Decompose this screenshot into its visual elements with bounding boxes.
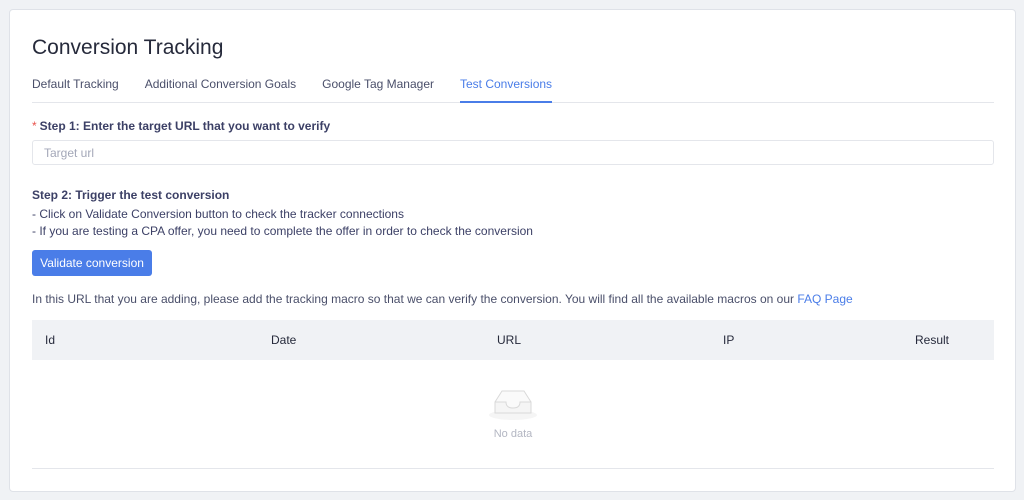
required-mark: * (32, 119, 37, 133)
target-url-input[interactable] (32, 140, 994, 165)
macro-note-text: In this URL that you are adding, please … (32, 292, 798, 306)
step2-instruction-1: - Click on Validate Conversion button to… (32, 207, 404, 221)
step2-instruction-2: - If you are testing a CPA offer, you ne… (32, 224, 533, 238)
table-bottom-border (32, 468, 994, 469)
column-header-date: Date (271, 333, 297, 347)
tab-default-tracking[interactable]: Default Tracking (32, 76, 119, 103)
tab-test-conversions[interactable]: Test Conversions (460, 76, 553, 103)
tab-bar: Default Tracking Additional Conversion G… (32, 76, 994, 103)
macro-note: In this URL that you are adding, please … (32, 292, 853, 306)
tab-google-tag-manager[interactable]: Google Tag Manager (322, 76, 434, 103)
conversion-tracking-card: Conversion Tracking Default Tracking Add… (9, 9, 1016, 492)
empty-inbox-icon (489, 390, 537, 420)
page-title: Conversion Tracking (32, 36, 224, 59)
validate-conversion-button[interactable]: Validate conversion (32, 250, 152, 276)
column-header-url: URL (497, 333, 522, 347)
column-header-result: Result (915, 333, 950, 347)
step1-label: * Step 1: Enter the target URL that you w… (32, 119, 330, 133)
step1-text: Step 1: Enter the target URL that you wa… (39, 119, 331, 133)
column-header-id: Id (45, 333, 56, 347)
empty-state-text: No data (493, 428, 533, 440)
step2-label: Step 2: Trigger the test conversion (32, 188, 230, 202)
column-header-ip: IP (723, 333, 735, 347)
table-header: Id Date URL IP Result (32, 320, 994, 360)
tab-additional-conversion-goals[interactable]: Additional Conversion Goals (145, 76, 296, 103)
faq-page-link[interactable]: FAQ Page (797, 292, 852, 306)
